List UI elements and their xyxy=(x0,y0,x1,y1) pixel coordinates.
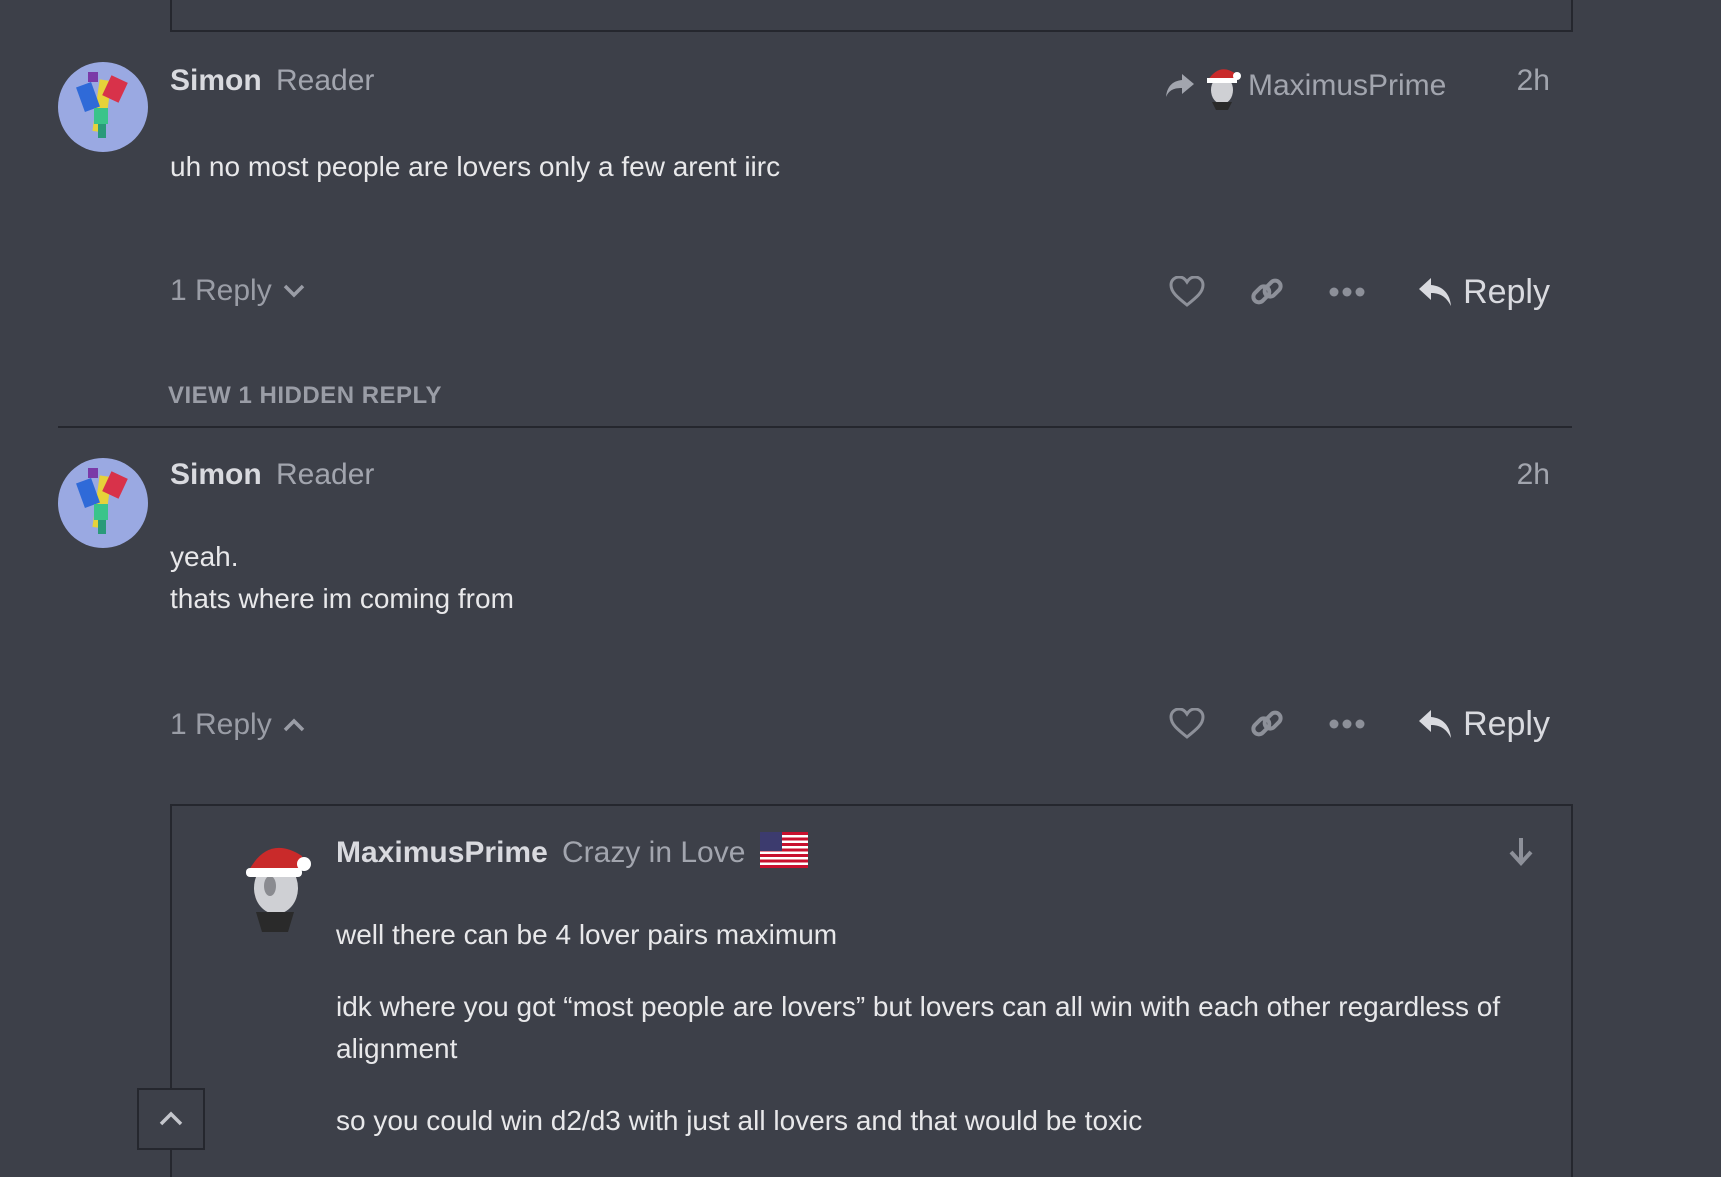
share-arrow-icon xyxy=(1166,74,1194,97)
post-paragraph: thats where im coming from xyxy=(170,583,514,614)
mini-avatar xyxy=(1207,69,1241,110)
avatar-image xyxy=(76,468,128,534)
post-time[interactable]: 2h xyxy=(1517,458,1550,492)
copy-link-button[interactable] xyxy=(1245,702,1289,746)
reply-arrow-icon xyxy=(1419,710,1452,738)
embedded-paragraph: so you could win d2/d3 with just all lov… xyxy=(336,1105,1143,1136)
post-body: yeah. thats where im coming from xyxy=(170,536,514,620)
replies-count: 1 Reply xyxy=(170,274,272,307)
us-flag-icon xyxy=(760,832,808,868)
replies-toggle[interactable]: 1 Reply xyxy=(170,708,306,742)
embedded-paragraph: idk where you got “most people are lover… xyxy=(336,991,1501,1064)
ellipsis-icon xyxy=(1329,719,1365,729)
copy-link-button[interactable] xyxy=(1245,270,1289,314)
topic-page: Simon Reader MaximusPrime 2h uh no most … xyxy=(0,0,1721,1177)
more-button[interactable] xyxy=(1325,270,1369,314)
link-icon xyxy=(1251,278,1283,305)
reply-arrow-icon xyxy=(1419,278,1452,306)
reply-to-indicator[interactable]: MaximusPrime xyxy=(1164,62,1446,110)
embedded-body: well there can be 4 lover pairs maximum … xyxy=(336,914,1536,1172)
embedded-paragraph: well there can be 4 lover pairs maximum xyxy=(336,919,838,950)
post-paragraph: uh no most people are lovers only a few … xyxy=(170,151,781,182)
chevron-up-icon xyxy=(283,718,304,732)
user-title: Reader xyxy=(276,458,375,491)
post: Simon Reader MaximusPrime 2h uh no most … xyxy=(58,62,1572,422)
heart-icon xyxy=(1169,276,1205,307)
user-title: Reader xyxy=(276,64,375,97)
link-icon xyxy=(1251,710,1283,737)
like-button[interactable] xyxy=(1165,702,1209,746)
arrow-down-icon[interactable] xyxy=(1507,836,1535,868)
scroll-to-top-button[interactable] xyxy=(137,1088,205,1150)
username[interactable]: MaximusPrime xyxy=(336,836,548,870)
reply-button-label: Reply xyxy=(1463,704,1550,743)
more-button[interactable] xyxy=(1325,702,1369,746)
reply-button[interactable]: Reply xyxy=(1417,273,1550,312)
heart-icon xyxy=(1169,708,1205,739)
reply-button[interactable]: Reply xyxy=(1417,705,1550,744)
previous-embedded-box xyxy=(170,0,1573,32)
avatar[interactable] xyxy=(242,836,312,932)
post-time[interactable]: 2h xyxy=(1517,64,1550,98)
like-button[interactable] xyxy=(1165,270,1209,314)
reply-to-username: MaximusPrime xyxy=(1248,69,1447,102)
embedded-reply: MaximusPrime Crazy in Love well there ca… xyxy=(170,804,1573,1177)
avatar[interactable] xyxy=(58,458,148,548)
view-hidden-replies[interactable]: VIEW 1 HIDDEN REPLY xyxy=(168,382,442,410)
divider xyxy=(58,426,1572,428)
replies-toggle[interactable]: 1 Reply xyxy=(170,274,306,308)
ellipsis-icon xyxy=(1329,287,1365,297)
post-actions: Reply xyxy=(1129,702,1550,746)
username[interactable]: Simon xyxy=(170,64,262,98)
post-body: uh no most people are lovers only a few … xyxy=(170,146,780,188)
chevron-down-icon xyxy=(283,284,304,298)
post-paragraph: yeah. xyxy=(170,541,239,572)
user-title: Crazy in Love xyxy=(562,836,746,869)
reply-button-label: Reply xyxy=(1463,272,1550,311)
username[interactable]: Simon xyxy=(170,458,262,492)
chevron-up-icon xyxy=(159,1111,183,1126)
post: Simon Reader 2h yeah. thats where im com… xyxy=(58,458,1572,798)
avatar[interactable] xyxy=(58,62,148,152)
avatar-image xyxy=(76,72,128,138)
replies-count: 1 Reply xyxy=(170,708,272,741)
post-actions: Reply xyxy=(1129,270,1550,314)
